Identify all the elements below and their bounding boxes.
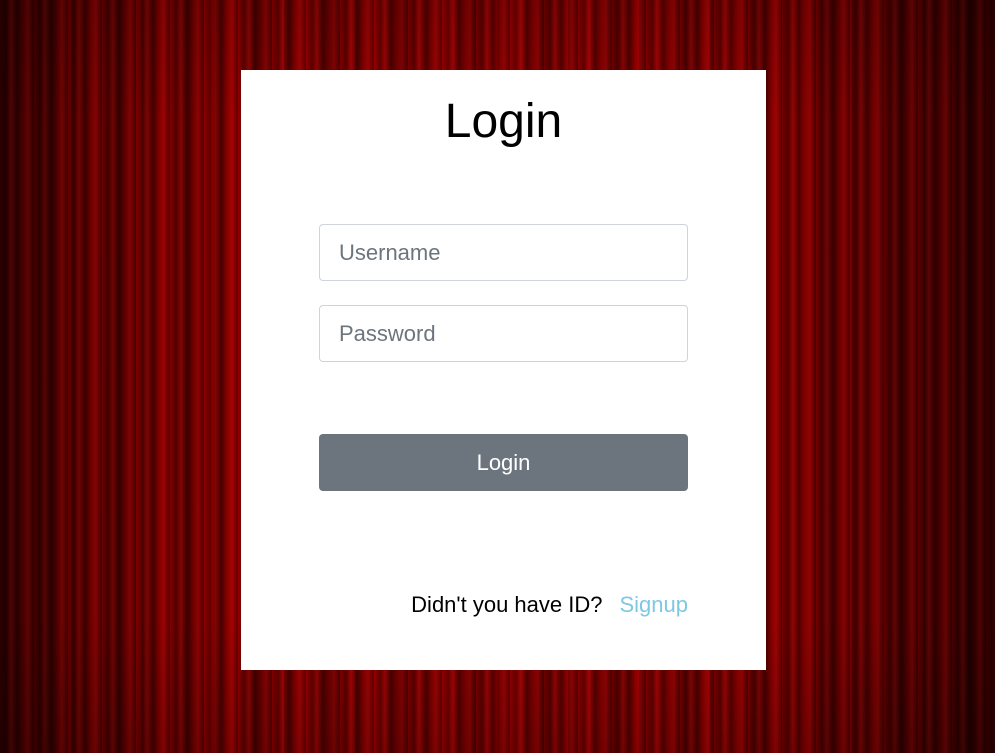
password-input[interactable] (319, 305, 688, 362)
username-input[interactable] (319, 224, 688, 281)
login-button[interactable]: Login (319, 434, 688, 491)
curtain-background: Login Login Didn't you have ID? Signup (0, 0, 995, 753)
signup-prompt: Didn't you have ID? (411, 592, 603, 617)
page-title: Login (444, 95, 563, 148)
signup-row: Didn't you have ID? Signup (411, 592, 688, 618)
signup-link[interactable]: Signup (619, 592, 688, 617)
login-card: Login Login Didn't you have ID? Signup (241, 70, 766, 670)
